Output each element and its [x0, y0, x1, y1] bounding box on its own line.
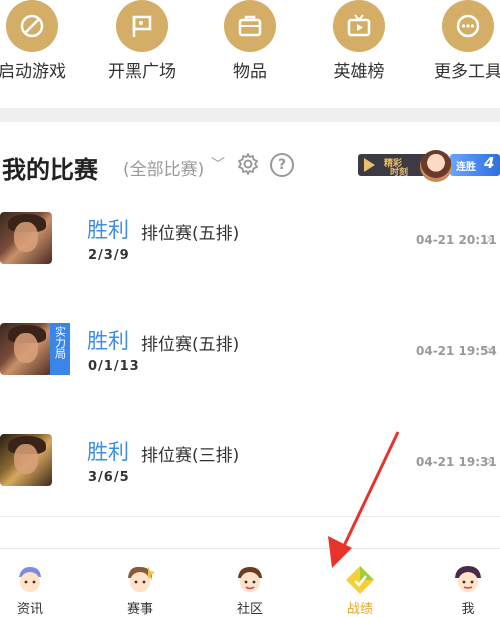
game-launch-icon [6, 0, 58, 52]
quick-link-launch-game[interactable]: 启动游戏 [0, 0, 77, 100]
avatar [420, 150, 452, 182]
nav-item-news[interactable]: 资讯 [0, 549, 70, 617]
tv-play-icon [333, 0, 385, 52]
quick-link-label: 更多工具 [434, 62, 500, 82]
nav-item-events[interactable]: 赛事 [100, 549, 180, 617]
gear-icon[interactable] [236, 152, 260, 176]
quick-link-items[interactable]: 物品 [205, 0, 295, 100]
quick-link-team-square[interactable]: 开黑广场 [97, 0, 187, 100]
match-result: 胜利 [87, 218, 129, 242]
win-streak-count: 4 [484, 154, 495, 172]
match-mode: 排位赛(五排) [141, 224, 240, 244]
quick-link-label: 英雄榜 [333, 62, 385, 82]
hero-portrait [0, 434, 52, 486]
quick-link-label: 开黑广场 [108, 62, 176, 82]
nav-item-record[interactable]: 战绩 [320, 549, 400, 617]
nav-item-community[interactable]: 社区 [210, 549, 290, 617]
briefcase-icon [224, 0, 276, 52]
nav-label: 战绩 [346, 602, 373, 617]
match-time: 04-21 19:54 [416, 344, 497, 358]
match-time: 04-21 20:11 [416, 233, 497, 247]
nav-label: 我 [461, 602, 475, 617]
match-kda: 2/3/9 [88, 248, 130, 263]
my-matches-header: 我的比赛 (全部比赛) ﹀ ? 精彩 时刻 连胜 4 [0, 122, 500, 192]
match-result: 胜利 [87, 329, 129, 353]
strength-match-badge: 实力局 [50, 323, 70, 375]
help-icon[interactable]: ? [270, 153, 294, 177]
events-mascot-icon [128, 566, 155, 592]
chevron-right-icon: › [486, 229, 493, 248]
win-streak-label: 连胜 [456, 162, 476, 173]
page-title: 我的比赛 [2, 156, 98, 184]
quick-links-bar: 启动游戏 开黑广场 物品 英雄榜 更多工具 [0, 0, 500, 108]
quick-link-hero-ranking[interactable]: 英雄榜 [314, 0, 404, 100]
match-row[interactable]: 胜利 排位赛(三排) 3/6/5 04-21 19:31 › [0, 406, 500, 517]
hero-portrait [0, 323, 52, 375]
bottom-nav: 资讯 赛事 社区 战绩 我 [0, 548, 500, 617]
match-filter-dropdown[interactable]: (全部比赛) [123, 155, 204, 180]
nav-label: 资讯 [16, 602, 43, 617]
match-mode: 排位赛(五排) [141, 335, 240, 355]
more-dots-icon [442, 0, 494, 52]
nav-label: 赛事 [126, 602, 153, 617]
section-divider [0, 108, 500, 122]
promo-text: 时刻 [390, 168, 409, 178]
flag-icon [116, 0, 168, 52]
quick-link-label: 物品 [233, 62, 267, 82]
chevron-right-icon: › [486, 340, 493, 359]
highlight-moments-banner[interactable]: 精彩 时刻 连胜 4 [358, 150, 500, 184]
quick-link-label: 启动游戏 [0, 62, 66, 82]
chevron-right-icon: › [486, 451, 493, 470]
match-kda: 0/1/13 [88, 359, 140, 374]
highlight-moments-tag: 精彩 时刻 [358, 154, 428, 178]
badge-label: 实力局 [53, 326, 67, 359]
community-mascot-icon [238, 567, 262, 592]
match-kda: 3/6/5 [88, 470, 130, 485]
quick-link-more-tools[interactable]: 更多工具 [423, 0, 500, 100]
nav-label: 社区 [236, 602, 263, 617]
news-mascot-icon [19, 567, 41, 592]
me-avatar-icon [455, 566, 481, 592]
match-mode: 排位赛(三排) [141, 446, 240, 466]
hero-portrait [0, 212, 52, 264]
play-icon [364, 158, 375, 172]
record-diamond-icon [346, 566, 374, 594]
match-row[interactable]: 实力局 胜利 排位赛(五排) 0/1/13 04-21 19:54 › [0, 296, 500, 407]
win-streak-tag: 连胜 4 [450, 154, 500, 176]
match-result: 胜利 [87, 440, 129, 464]
chevron-down-icon[interactable]: ﹀ [211, 154, 225, 174]
nav-item-me[interactable]: 我 [428, 549, 500, 617]
match-time: 04-21 19:31 [416, 455, 497, 469]
match-row[interactable]: 胜利 排位赛(五排) 2/3/9 04-21 20:11 › [0, 186, 500, 297]
